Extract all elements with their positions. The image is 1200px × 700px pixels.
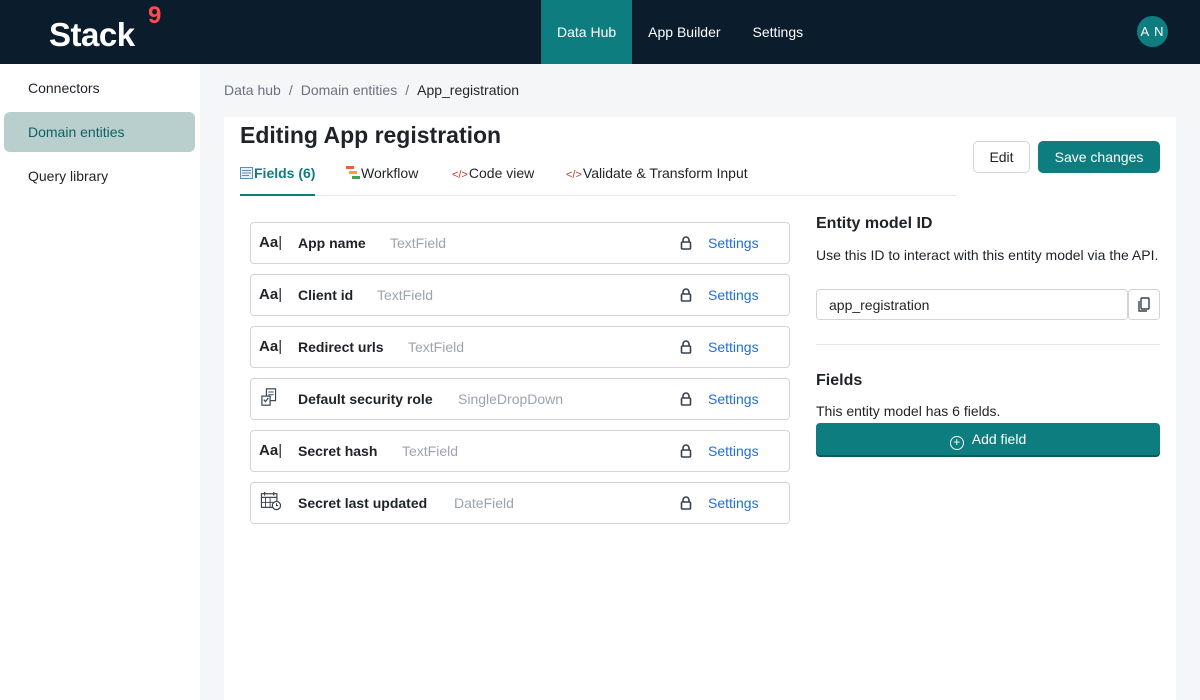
sidebar-item-query-library[interactable]: Query library xyxy=(4,156,195,196)
field-row[interactable]: Aa| Secret hash TextField Settings xyxy=(250,430,790,472)
lock-icon xyxy=(680,392,692,406)
breadcrumb-separator: / xyxy=(405,82,410,98)
field-settings-link[interactable]: Settings xyxy=(708,495,759,511)
lock-icon xyxy=(680,496,692,510)
code-icon: </> xyxy=(452,169,468,181)
tab-fields[interactable]: Fields (6) xyxy=(240,160,316,196)
text-field-icon: Aa| xyxy=(259,286,283,303)
save-changes-button[interactable]: Save changes xyxy=(1038,141,1160,173)
workflow-icon xyxy=(346,166,360,179)
field-name: Redirect urls xyxy=(298,339,384,355)
add-field-button[interactable]: + Add field xyxy=(816,423,1160,455)
section-divider xyxy=(816,344,1160,345)
lock-icon xyxy=(680,340,692,354)
add-field-label: Add field xyxy=(971,431,1027,447)
code-icon: </> xyxy=(566,169,582,181)
breadcrumb-item-current: App_registration xyxy=(417,82,520,98)
nav-app-builder[interactable]: App Builder xyxy=(632,0,736,64)
text-field-icon: Aa| xyxy=(259,338,283,355)
sidebar-item-domain-entities[interactable]: Domain entities xyxy=(4,112,195,152)
breadcrumb: Data hub / Domain entities / App_registratio… xyxy=(224,82,519,98)
date-field-icon xyxy=(260,491,282,511)
field-type: TextField xyxy=(390,235,447,251)
dropdown-field-icon xyxy=(261,388,277,406)
logo-mark: 9 xyxy=(148,2,162,29)
field-type: TextField xyxy=(408,339,465,355)
page-title: Editing App registration xyxy=(240,122,502,148)
entity-model-id-description: Use this ID to interact with this entity… xyxy=(816,247,1159,263)
fields-count-text: This entity model has 6 fields. xyxy=(816,403,1001,419)
lock-icon xyxy=(680,288,692,302)
field-settings-link[interactable]: Settings xyxy=(708,235,759,251)
field-name: Secret hash xyxy=(298,443,378,459)
entity-model-id-title: Entity model ID xyxy=(816,215,933,232)
nav-data-hub[interactable]: Data Hub xyxy=(541,0,633,64)
field-row[interactable]: Aa| Client id TextField Settings xyxy=(250,274,790,316)
field-settings-link[interactable]: Settings xyxy=(708,391,759,407)
fields-panel-title: Fields xyxy=(816,372,863,389)
sidebar-item-connectors[interactable]: Connectors xyxy=(4,68,195,108)
lock-icon xyxy=(680,444,692,458)
text-field-icon: Aa| xyxy=(259,234,283,251)
field-row[interactable]: Secret last updated DateField Settings xyxy=(250,482,790,524)
lock-icon xyxy=(680,236,692,250)
tab-code-view[interactable]: </>Code view xyxy=(452,160,534,196)
field-name: Default security role xyxy=(298,391,433,407)
field-name: Secret last updated xyxy=(298,495,428,511)
tab-label: Workflow xyxy=(361,165,419,181)
main-nav: Data Hub App Builder Settings xyxy=(541,0,819,64)
logo-text: Stack xyxy=(49,16,135,53)
tab-label: Fields (6) xyxy=(254,165,316,181)
copy-icon xyxy=(1138,297,1150,312)
nav-settings[interactable]: Settings xyxy=(737,0,820,64)
field-settings-link[interactable]: Settings xyxy=(708,339,759,355)
tab-label: Code view xyxy=(468,165,535,181)
breadcrumb-item-domain-entities[interactable]: Domain entities xyxy=(301,82,398,98)
field-type: SingleDropDown xyxy=(458,391,564,407)
tab-validate-transform[interactable]: </>Validate & Transform Input xyxy=(566,160,748,196)
tab-label: Validate & Transform Input xyxy=(582,165,748,181)
field-name: Client id xyxy=(298,287,354,303)
sidebar: Connectors Domain entities Query library xyxy=(0,64,200,700)
field-type: TextField xyxy=(402,443,459,459)
tab-workflow[interactable]: Workflow xyxy=(346,160,418,196)
user-avatar[interactable]: A N xyxy=(1137,16,1168,47)
field-row[interactable]: Aa| App name TextField Settings xyxy=(250,222,790,264)
breadcrumb-separator: / xyxy=(288,82,293,98)
field-name: App name xyxy=(298,235,366,251)
field-row[interactable]: Default security role SingleDropDown Set… xyxy=(250,378,790,420)
entity-model-id-input[interactable] xyxy=(816,289,1128,320)
field-settings-link[interactable]: Settings xyxy=(708,287,759,303)
fields-icon xyxy=(240,167,253,179)
tab-bar: Fields (6) Workflow </>Code view </>Vali… xyxy=(240,160,956,196)
breadcrumb-item-data-hub[interactable]: Data hub xyxy=(224,82,281,98)
field-type: TextField xyxy=(377,287,434,303)
plus-circle-icon: + xyxy=(949,436,964,450)
edit-button[interactable]: Edit xyxy=(973,141,1030,173)
top-navbar: Stack 9 Data Hub App Builder Settings A … xyxy=(0,0,1200,64)
text-field-icon: Aa| xyxy=(259,442,283,459)
field-type: DateField xyxy=(454,495,514,511)
field-row[interactable]: Aa| Redirect urls TextField Settings xyxy=(250,326,790,368)
field-settings-link[interactable]: Settings xyxy=(708,443,759,459)
copy-button[interactable] xyxy=(1128,289,1160,320)
